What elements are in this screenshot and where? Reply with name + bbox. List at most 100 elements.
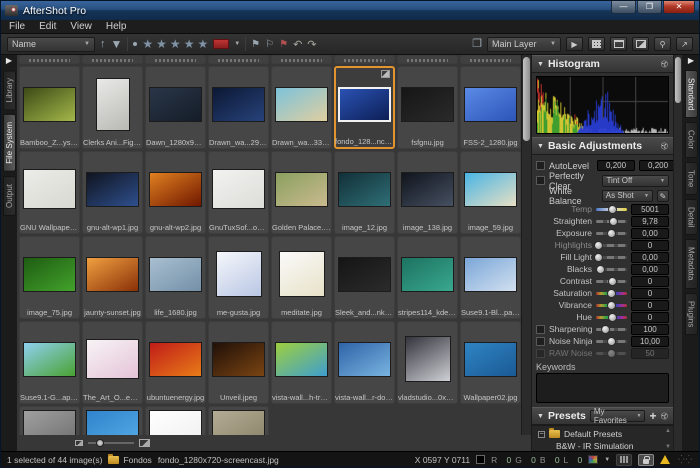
thumbnail-cell[interactable]: jaunty-sunset.jpg bbox=[82, 236, 143, 319]
slider-thumb[interactable] bbox=[608, 205, 617, 214]
no-rating-icon[interactable] bbox=[133, 42, 137, 46]
scroll-down-icon[interactable]: ▼ bbox=[664, 444, 672, 450]
slider-track[interactable] bbox=[596, 316, 627, 319]
thumbnail-cell[interactable]: The_Art_O...eFear.jpg bbox=[82, 321, 143, 404]
thumbnail-cell[interactable]: gnu-alt-wp2.jpg bbox=[145, 151, 206, 234]
presets-filter-dropdown[interactable]: My Favorites ▼ bbox=[590, 410, 646, 422]
resize-grip[interactable]: ⁛⁛ bbox=[678, 455, 693, 464]
color-label-chevron-icon[interactable]: ▼ bbox=[234, 41, 240, 47]
thumbnail-cell[interactable]: vista-wall...h-tree.jpg bbox=[271, 321, 332, 404]
perfectly-clear-checkbox[interactable] bbox=[536, 176, 545, 185]
thumbnail-cell[interactable]: GNU Wallpaper 2.jpg bbox=[19, 151, 80, 234]
white-balance-dropdown[interactable]: As Shot ▼ bbox=[602, 190, 653, 202]
browser-scrollbar-thumb[interactable] bbox=[523, 57, 530, 141]
slider-checkbox[interactable] bbox=[536, 349, 545, 358]
thumbnail-cell[interactable]: Drawn_wa...332_.jpg bbox=[271, 66, 332, 149]
thumbnail-cell[interactable]: vista-wall...r-dock.jpg bbox=[334, 321, 395, 404]
slider-value[interactable]: 5001 bbox=[631, 204, 669, 215]
color-profile-icon[interactable] bbox=[588, 455, 598, 464]
autolevel-high-value[interactable]: 0,200 bbox=[639, 160, 673, 171]
collapse-section-icon[interactable]: ▼ bbox=[537, 61, 544, 68]
undo-icon[interactable]: ↶ bbox=[293, 38, 302, 51]
current-folder[interactable]: Fondos bbox=[108, 455, 151, 465]
slider-thumb[interactable] bbox=[594, 241, 603, 250]
thumbnail-cell-clipped[interactable] bbox=[19, 55, 80, 64]
slider-value[interactable]: 100 bbox=[631, 324, 669, 335]
sort-direction-icon[interactable]: ↑ bbox=[100, 37, 106, 51]
slider-thumb[interactable] bbox=[607, 229, 616, 238]
slider-thumb[interactable] bbox=[608, 313, 617, 322]
minimize-button[interactable]: — bbox=[611, 1, 636, 14]
slider-thumb[interactable] bbox=[607, 349, 616, 358]
redo-icon[interactable]: ↷ bbox=[307, 38, 316, 51]
rating-star-icon[interactable]: ★ bbox=[142, 37, 153, 51]
thumbnail-cell-clipped[interactable] bbox=[271, 55, 332, 64]
thumbnail-cell[interactable]: image_12.jpg bbox=[334, 151, 395, 234]
thumbnail-cell[interactable]: Drawn_wa...299_.jpg bbox=[208, 66, 269, 149]
collapse-right-icon[interactable]: ▶ bbox=[688, 56, 694, 68]
chevron-down-icon[interactable]: ▼ bbox=[604, 457, 610, 463]
slider-track[interactable] bbox=[596, 328, 627, 331]
slideshow-button[interactable]: ▶ bbox=[566, 37, 583, 51]
slider-track[interactable] bbox=[596, 256, 627, 259]
menu-edit[interactable]: Edit bbox=[39, 21, 56, 32]
warning-icon[interactable] bbox=[660, 455, 670, 464]
slider-value[interactable]: 0 bbox=[631, 276, 669, 287]
close-button[interactable]: ✕ bbox=[663, 1, 695, 14]
slider-track[interactable] bbox=[596, 292, 627, 295]
browser-scrollbar[interactable] bbox=[521, 55, 531, 435]
layer-dropdown[interactable]: Main Layer ▼ bbox=[487, 37, 561, 52]
collapse-section-icon[interactable]: ▼ bbox=[537, 143, 544, 150]
eyedropper-button[interactable]: ✎ bbox=[657, 190, 669, 202]
tab-output[interactable]: Output bbox=[3, 176, 16, 216]
slider-checkbox[interactable] bbox=[536, 337, 545, 346]
slider-value[interactable]: 0 bbox=[631, 288, 669, 299]
slider-track[interactable] bbox=[596, 232, 627, 235]
thumbnail-cell[interactable]: vladstudio...0x1024.jpg bbox=[397, 321, 458, 404]
thumbnail-cell[interactable]: Unveil.jpeg bbox=[208, 321, 269, 404]
sort-field-dropdown[interactable]: Name ▼ bbox=[7, 37, 95, 52]
thumbnail-cell[interactable]: image_138.jpg bbox=[397, 151, 458, 234]
collapse-left-icon[interactable]: ▶ bbox=[6, 56, 12, 68]
layers-icon[interactable]: ❐ bbox=[472, 37, 482, 51]
thumbnail-cell-clipped[interactable] bbox=[208, 55, 269, 64]
slider-thumb[interactable] bbox=[607, 301, 616, 310]
thumbnail-cell[interactable]: Golden Palace.jpg bbox=[271, 151, 332, 234]
slider-track[interactable] bbox=[596, 208, 627, 211]
flag-pick-icon[interactable]: ⚐ bbox=[265, 39, 274, 50]
scroll-up-icon[interactable]: ▲ bbox=[664, 428, 672, 434]
menu-view[interactable]: View bbox=[70, 21, 92, 32]
collapse-section-icon[interactable]: ▼ bbox=[537, 413, 544, 420]
slider-value[interactable]: 9,78 bbox=[631, 216, 669, 227]
pin-icon[interactable]: ✇ bbox=[658, 57, 671, 70]
autolevel-low-value[interactable]: 0,200 bbox=[597, 160, 635, 171]
browse-view-button[interactable] bbox=[610, 37, 627, 51]
thumbnail-cell-clipped[interactable] bbox=[145, 55, 206, 64]
slider-track[interactable] bbox=[596, 268, 627, 271]
thumbnail-cell-clipped[interactable] bbox=[460, 55, 521, 64]
thumbnail-cell[interactable]: gnu-alt-wp1.jpg bbox=[82, 151, 143, 234]
slider-value[interactable]: 0 bbox=[631, 312, 669, 323]
slider-value[interactable]: 0,00 bbox=[631, 264, 669, 275]
histogram-header[interactable]: ▼ Histogram ✇ bbox=[532, 55, 673, 73]
basic-adjustments-header[interactable]: ▼ Basic Adjustments ✇ bbox=[532, 137, 673, 155]
thumbnail-cell[interactable]: GnuTuxSof...on-v1.jpg bbox=[208, 151, 269, 234]
thumbnail-cell[interactable]: me-gusta.jpg bbox=[208, 236, 269, 319]
thumbnail-cell[interactable] bbox=[145, 406, 206, 435]
slider-thumb[interactable] bbox=[607, 289, 616, 298]
thumbnail-cell[interactable]: Suse9.1-G...apers.jpg bbox=[19, 321, 80, 404]
slider-track[interactable] bbox=[596, 280, 627, 283]
thumbnail-cell[interactable] bbox=[82, 406, 143, 435]
slider-track[interactable] bbox=[596, 304, 627, 307]
thumbnail-cell[interactable]: ubuntuenergy.jpg bbox=[145, 321, 206, 404]
panel-scrollbar-thumb[interactable] bbox=[675, 57, 681, 103]
keywords-input[interactable] bbox=[536, 373, 669, 403]
pin-icon[interactable]: ✇ bbox=[658, 139, 671, 152]
thumbnail-cell[interactable]: image_59.jpg bbox=[460, 151, 521, 234]
tab-metadata[interactable]: Metadata bbox=[685, 239, 698, 288]
tab-library[interactable]: Library bbox=[3, 70, 16, 110]
thumbnail-cell[interactable]: Bamboo_Z...ysha.jpg bbox=[19, 66, 80, 149]
tab-plugins[interactable]: Plugins bbox=[685, 293, 698, 335]
flag-reject-icon[interactable]: ⚑ bbox=[279, 39, 288, 50]
fullscreen-button[interactable]: ↗ bbox=[676, 37, 693, 51]
